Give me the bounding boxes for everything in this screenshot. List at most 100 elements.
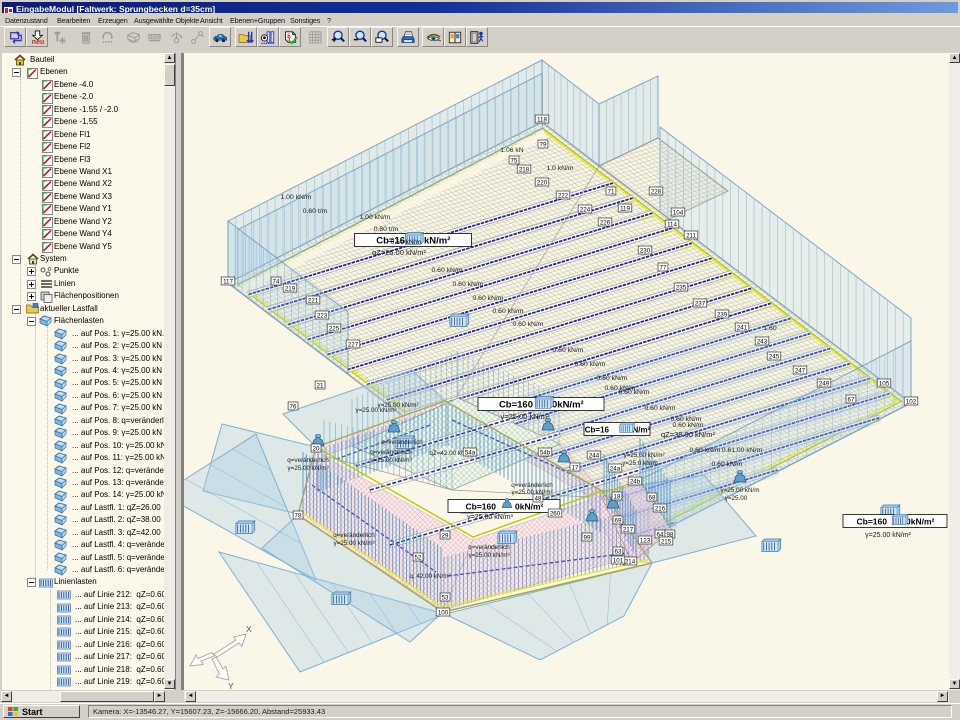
svg-text:1.00 kN/m: 1.00 kN/m: [360, 214, 391, 221]
svg-text:223: 223: [317, 312, 328, 319]
svg-text:102: 102: [906, 398, 917, 405]
svg-text:0.60 kN/m: 0.60 kN/m: [553, 347, 584, 354]
svg-text:226: 226: [600, 219, 611, 226]
svg-text:0.60 kN/m: 0.60 kN/m: [597, 375, 628, 382]
svg-text:q=veränderlich: q=veränderlich: [333, 532, 375, 539]
svg-text:0.60 kN/m: 0.60 kN/m: [432, 267, 463, 274]
svg-text:119: 119: [620, 205, 630, 212]
svg-text:216: 216: [655, 505, 666, 512]
svg-text:63: 63: [615, 548, 622, 555]
svg-text:68: 68: [649, 494, 656, 501]
svg-text:52: 52: [415, 554, 422, 561]
svg-text:0.60 kN/m: 0.60 kN/m: [391, 239, 422, 246]
svg-text:q. 42.00 kN/m²: q. 42.00 kN/m²: [409, 573, 450, 580]
svg-text:γ=25.00 kN/m³: γ=25.00 kN/m³: [287, 465, 328, 472]
svg-text:99: 99: [584, 534, 591, 541]
svg-text:0.60 t/m: 0.60 t/m: [303, 208, 328, 215]
svg-text:54b: 54b: [540, 449, 551, 456]
svg-text:53: 53: [442, 594, 449, 601]
svg-text:0.60 kN/m: 0.60 kN/m: [493, 308, 524, 315]
svg-text:21: 21: [317, 382, 324, 389]
svg-text:225: 225: [329, 325, 340, 332]
svg-text:kN/m²: kN/m²: [424, 236, 450, 247]
svg-text:76: 76: [290, 403, 297, 410]
svg-text:235: 235: [676, 284, 687, 291]
svg-text:γ=25.00 kN/m³: γ=25.00 kN/m³: [467, 514, 513, 521]
svg-text:Cb=16: Cb=16: [585, 426, 610, 435]
svg-text:54a: 54a: [465, 449, 476, 456]
svg-text:γ=25.00 kN/m²: γ=25.00 kN/m²: [377, 402, 418, 409]
svg-text:24a: 24a: [610, 465, 621, 472]
svg-text:244: 244: [589, 452, 600, 459]
svg-text:219: 219: [285, 285, 296, 292]
svg-text:245: 245: [769, 353, 780, 360]
svg-text:79: 79: [540, 141, 547, 148]
svg-text:0kN/m²: 0kN/m²: [515, 502, 544, 512]
svg-text:0.60 kN/m: 0.60 kN/m: [690, 447, 721, 454]
svg-text:γ=25.0 kN/m: γ=25.0 kN/m: [622, 460, 658, 467]
svg-text:Cb=160: Cb=160: [499, 400, 533, 411]
svg-text:γ=25.00: γ=25.00: [725, 495, 748, 502]
svg-text:q=veränderlich: q=veränderlich: [370, 449, 412, 456]
svg-text:q=veränderlich: q=veränderlich: [381, 439, 423, 446]
svg-text:γ=25.00 kN/m³: γ=25.00 kN/m³: [370, 457, 411, 464]
svg-text:69: 69: [615, 517, 622, 524]
svg-text:260: 260: [550, 510, 561, 517]
svg-text:20: 20: [313, 445, 320, 452]
svg-text:1.06 kN: 1.06 kN: [500, 147, 524, 154]
svg-text:q=veränderlich: q=veränderlich: [511, 482, 553, 489]
svg-text:118: 118: [537, 116, 547, 123]
svg-text:243: 243: [757, 338, 768, 345]
svg-text:114: 114: [667, 221, 677, 228]
svg-text:0kN/m²: 0kN/m²: [552, 400, 584, 411]
svg-text:1.0 kN/m: 1.0 kN/m: [546, 165, 574, 172]
svg-text:0.60 kN/m: 0.60 kN/m: [605, 385, 636, 392]
svg-text:Cb=160: Cb=160: [466, 502, 497, 512]
svg-text:227: 227: [348, 341, 359, 348]
svg-text:241: 241: [737, 324, 748, 331]
svg-text:224: 224: [580, 206, 591, 213]
svg-text:220: 220: [537, 179, 548, 186]
svg-text:X: X: [246, 624, 252, 634]
svg-text:0.60 kN/m: 0.60 kN/m: [645, 405, 676, 412]
svg-text:104: 104: [673, 209, 684, 216]
svg-text:γ=25.00 kN/m³: γ=25.00 kN/m³: [468, 552, 509, 559]
svg-text:0.60 kN/m: 0.60 kN/m: [473, 295, 504, 302]
svg-text:q=veränderlich: q=veränderlich: [287, 457, 329, 464]
svg-text:γ=25.00 kN/m²: γ=25.00 kN/m²: [511, 489, 552, 496]
svg-text:0.61.00 kN/m: 0.61.00 kN/m: [722, 447, 763, 454]
svg-text:117: 117: [223, 278, 233, 285]
svg-text:γ=25.00 kN/m²: γ=25.00 kN/m²: [623, 452, 664, 459]
svg-text:247: 247: [795, 367, 806, 374]
svg-text:γ=25.00 kN/m³: γ=25.00 kN/m³: [333, 540, 374, 547]
svg-text:239: 239: [717, 311, 728, 318]
svg-text:215: 215: [661, 538, 672, 545]
svg-text:γ=25.00 kN/m²: γ=25.00 kN/m²: [501, 412, 550, 421]
svg-text:105: 105: [879, 380, 890, 387]
svg-text:q=veränderlich: q=veränderlich: [468, 544, 510, 551]
svg-text:221: 221: [308, 297, 319, 304]
svg-text:1.00 kN/m: 1.00 kN/m: [281, 194, 312, 201]
svg-text:48: 48: [535, 495, 542, 502]
svg-text:0.60 t/m: 0.60 t/m: [374, 226, 399, 233]
svg-text:29: 29: [442, 532, 449, 539]
svg-text:101: 101: [613, 557, 624, 564]
svg-text:24b: 24b: [630, 478, 641, 485]
svg-text:0kN/m²: 0kN/m²: [906, 517, 935, 527]
svg-text:0.60 kN/m: 0.60 kN/m: [712, 461, 743, 468]
svg-text:Cb=160: Cb=160: [857, 517, 888, 527]
svg-text:γ=25.00 kN/m²: γ=25.00 kN/m²: [865, 532, 911, 539]
svg-text:237: 237: [695, 300, 706, 307]
svg-text:217: 217: [623, 526, 634, 533]
svg-text:214: 214: [625, 558, 636, 565]
svg-text:230: 230: [640, 247, 651, 254]
svg-text:0.60 kN/m: 0.60 kN/m: [673, 422, 704, 429]
svg-text:77: 77: [660, 264, 667, 271]
svg-text:78: 78: [295, 512, 302, 519]
svg-text:228: 228: [651, 188, 662, 195]
svg-text:1.60: 1.60: [763, 325, 776, 332]
svg-text:0.60 kN/m: 0.60 kN/m: [513, 321, 544, 328]
svg-text:75: 75: [511, 157, 518, 164]
svg-text:123: 123: [640, 537, 651, 544]
svg-text:qZ=38.00 kN/m²: qZ=38.00 kN/m²: [661, 430, 715, 439]
